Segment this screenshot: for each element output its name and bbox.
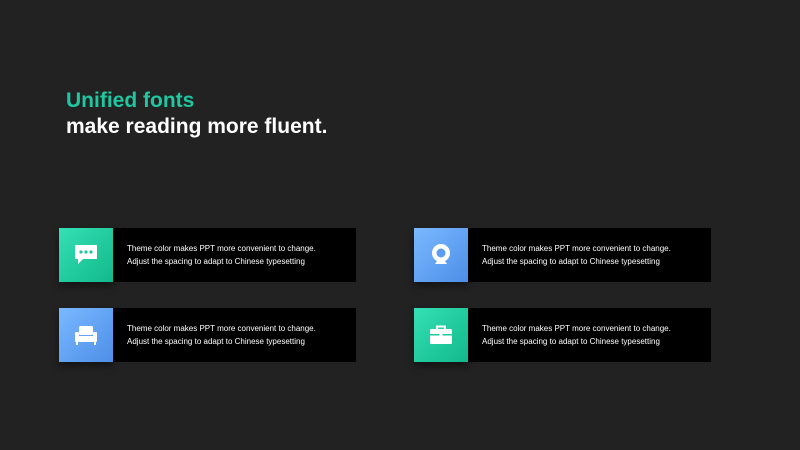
feature-card-4-line1: Theme color makes PPT more convenient to…: [482, 324, 671, 333]
briefcase-icon: [430, 325, 452, 344]
feature-card-1-line1: Theme color makes PPT more convenient to…: [127, 244, 316, 253]
title-main: make reading more fluent.: [66, 115, 328, 138]
feature-card-4-icon-box: [414, 308, 468, 362]
feature-card-2-icon-box: [414, 228, 468, 282]
chat-bubble-icon: [75, 245, 97, 264]
slide: Unified fonts make reading more fluent. …: [0, 0, 800, 450]
feature-card-4-line2: Adjust the spacing to adapt to Chinese t…: [482, 337, 660, 346]
feature-card-3-line2: Adjust the spacing to adapt to Chinese t…: [127, 337, 305, 346]
feature-card-2: Theme color makes PPT more convenient to…: [414, 228, 711, 282]
feature-card-2-line2: Adjust the spacing to adapt to Chinese t…: [482, 257, 660, 266]
feature-card-4-text: Theme color makes PPT more convenient to…: [482, 322, 671, 348]
feature-card-3: Theme color makes PPT more convenient to…: [59, 308, 356, 362]
feature-card-3-line1: Theme color makes PPT more convenient to…: [127, 324, 316, 333]
feature-card-1-text: Theme color makes PPT more convenient to…: [127, 242, 316, 268]
feature-card-4: Theme color makes PPT more convenient to…: [414, 308, 711, 362]
feature-card-2-line1: Theme color makes PPT more convenient to…: [482, 244, 671, 253]
feature-card-2-text: Theme color makes PPT more convenient to…: [482, 242, 671, 268]
title-accent: Unified fonts: [66, 89, 195, 112]
feature-card-1-icon-box: [59, 228, 113, 282]
feature-card-1: Theme color makes PPT more convenient to…: [59, 228, 356, 282]
feature-card-1-line2: Adjust the spacing to adapt to Chinese t…: [127, 257, 305, 266]
sofa-icon: [75, 326, 97, 345]
title-block: Unified fonts make reading more fluent.: [66, 88, 327, 140]
webcam-icon: [432, 244, 450, 264]
feature-card-3-text: Theme color makes PPT more convenient to…: [127, 322, 316, 348]
feature-card-3-icon-box: [59, 308, 113, 362]
